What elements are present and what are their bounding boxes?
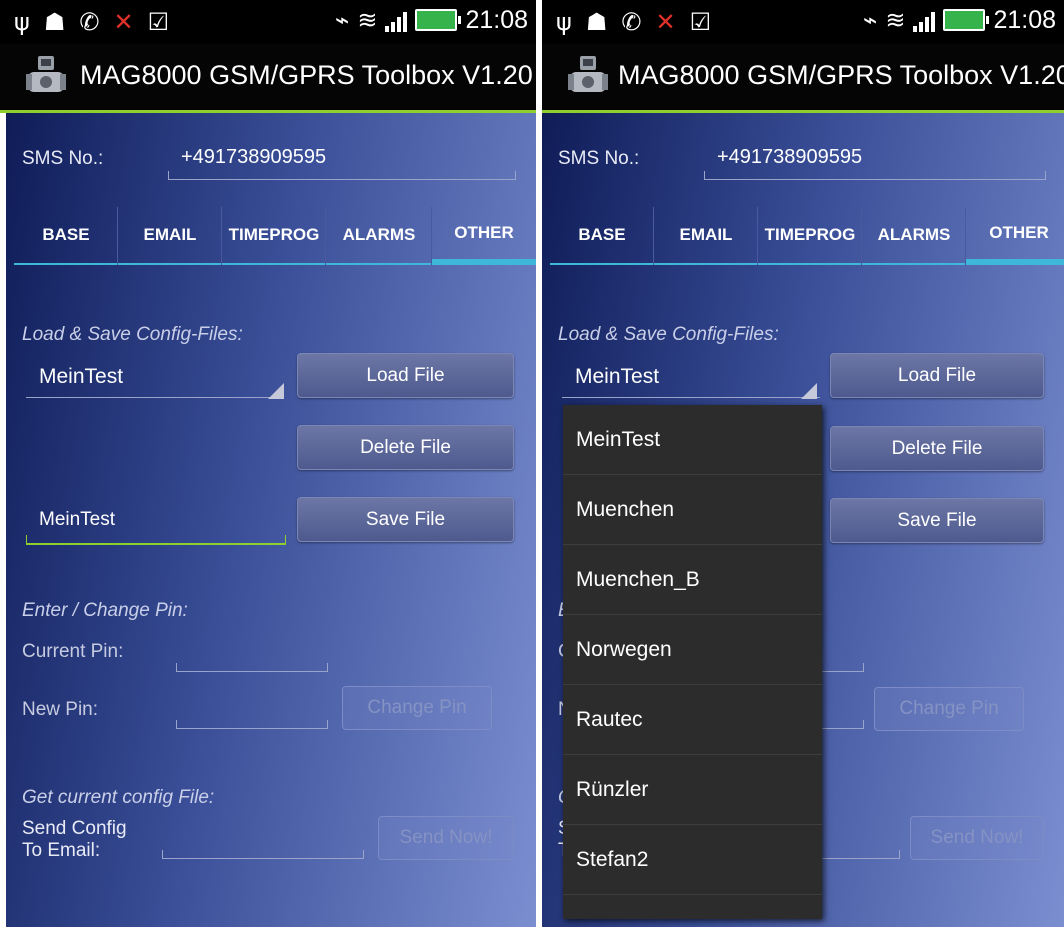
sms-number-value[interactable]: +491738909595 xyxy=(181,146,326,169)
shopping-bag-icon: ☑ xyxy=(147,8,170,36)
change-pin-button[interactable]: Change Pin xyxy=(874,687,1024,731)
shopping-bag-icon: ☑ xyxy=(689,8,712,36)
load-file-button[interactable]: Load File xyxy=(297,353,514,398)
pin-section-label: Enter / Change Pin: xyxy=(22,600,188,621)
tab-other[interactable]: OTHER xyxy=(432,207,536,265)
tab-email-label: EMAIL xyxy=(143,225,197,244)
tab-bar: BASE EMAIL TIMEPROG ALARMS OTHER xyxy=(550,207,1064,267)
save-filename-value: MeinTest xyxy=(39,509,116,530)
delete-file-button[interactable]: Delete File xyxy=(297,425,514,470)
tab-timeprog-label: TIMEPROG xyxy=(228,225,320,244)
config-files-section-label: Load & Save Config-Files: xyxy=(558,324,779,345)
tab-alarms[interactable]: ALARMS xyxy=(326,207,432,265)
tab-base-label: BASE xyxy=(578,225,626,244)
sms-number-field[interactable] xyxy=(168,171,516,180)
missed-call-icon: ✕ xyxy=(655,8,676,36)
signal-icon xyxy=(385,8,408,32)
usb-icon: ψ xyxy=(14,8,30,36)
tab-alarms[interactable]: ALARMS xyxy=(862,207,966,265)
save-filename-input[interactable] xyxy=(26,535,286,545)
file-dropdown-menu: MeinTest Muenchen Muenchen_B Norwegen Ra… xyxy=(563,405,822,919)
tab-timeprog[interactable]: TIMEPROG xyxy=(758,207,862,265)
android-debug-icon: ☗ xyxy=(585,8,608,36)
usb-icon: ψ xyxy=(556,8,572,36)
missed-call-icon: ✕ xyxy=(113,8,134,36)
whatsapp-icon: ✆ xyxy=(79,8,100,36)
status-time: 21:08 xyxy=(993,6,1056,34)
tab-alarms-label: ALARMS xyxy=(877,225,951,244)
vibrate-icon: ⌁ xyxy=(334,6,350,34)
save-file-button[interactable]: Save File xyxy=(297,497,514,542)
file-spinner-underline xyxy=(26,389,284,398)
app-title: MAG8000 GSM/GPRS Toolbox V1.20 xyxy=(618,60,1064,90)
new-pin-label: New Pin: xyxy=(22,699,99,720)
screen-left: ψ ☗ ✆ ✕ ☑ ⌁ ≋ 21:08 MAG8000 GSM/GPRS Too… xyxy=(0,0,536,927)
sms-label: SMS No.: xyxy=(22,148,104,169)
screen-right: ψ ☗ ✆ ✕ ☑ ⌁ ≋ 21:08 MAG8000 GSM/GPRS Too… xyxy=(542,0,1064,927)
dropdown-option-meintest[interactable]: MeinTest xyxy=(563,405,822,475)
whatsapp-icon: ✆ xyxy=(621,8,642,36)
config-files-section-label: Load & Save Config-Files: xyxy=(22,324,243,345)
dropdown-option-stefan2[interactable]: Stefan2 xyxy=(563,825,822,895)
tab-base[interactable]: BASE xyxy=(14,207,118,265)
load-file-button[interactable]: Load File xyxy=(830,353,1044,398)
send-now-button[interactable]: Send Now! xyxy=(910,816,1044,860)
status-bar: ψ ☗ ✆ ✕ ☑ ⌁ ≋ 21:08 xyxy=(542,0,1064,44)
dropdown-option-runzler[interactable]: Rünzler xyxy=(563,755,822,825)
dropdown-option-muenchen[interactable]: Muenchen xyxy=(563,475,822,545)
current-pin-label: Current Pin: xyxy=(22,641,124,662)
tab-other-label: OTHER xyxy=(454,223,514,242)
dropdown-arrow-icon xyxy=(801,383,817,399)
save-file-button[interactable]: Save File xyxy=(830,498,1044,543)
tab-base-label: BASE xyxy=(42,225,90,244)
new-pin-input[interactable] xyxy=(176,720,328,729)
dropdown-option-norwegen[interactable]: Norwegen xyxy=(563,615,822,685)
send-now-button[interactable]: Send Now! xyxy=(378,816,514,860)
app-title-bar: MAG8000 GSM/GPRS Toolbox V1.20 xyxy=(0,44,536,113)
vibrate-icon: ⌁ xyxy=(862,6,878,34)
tab-alarms-label: ALARMS xyxy=(342,225,416,244)
dropdown-arrow-icon xyxy=(268,383,284,399)
status-bar: ψ ☗ ✆ ✕ ☑ ⌁ ≋ 21:08 xyxy=(0,0,536,44)
app-title-bar: MAG8000 GSM/GPRS Toolbox V1.20 xyxy=(542,44,1064,113)
file-spinner-value: MeinTest xyxy=(575,365,660,388)
send-config-email-input[interactable] xyxy=(162,850,364,859)
tab-bar: BASE EMAIL TIMEPROG ALARMS OTHER xyxy=(14,207,536,267)
sms-label: SMS No.: xyxy=(558,148,640,169)
flowmeter-icon xyxy=(568,56,608,92)
tab-timeprog[interactable]: TIMEPROG xyxy=(222,207,326,265)
wifi-icon: ≋ xyxy=(357,6,378,34)
file-spinner-underline xyxy=(562,389,820,398)
battery-charging-icon xyxy=(943,9,990,31)
dropdown-option-muenchen-b[interactable]: Muenchen_B xyxy=(563,545,822,615)
tab-email[interactable]: EMAIL xyxy=(654,207,758,265)
tab-other-label: OTHER xyxy=(989,223,1049,242)
send-config-label-line2: To Email: xyxy=(22,840,101,861)
status-time: 21:08 xyxy=(465,6,528,34)
change-pin-button[interactable]: Change Pin xyxy=(342,686,492,730)
current-pin-input[interactable] xyxy=(176,663,328,672)
wifi-icon: ≋ xyxy=(885,6,906,34)
tab-other[interactable]: OTHER xyxy=(966,207,1064,265)
delete-file-button[interactable]: Delete File xyxy=(830,426,1044,471)
file-spinner-value: MeinTest xyxy=(39,365,124,388)
android-debug-icon: ☗ xyxy=(43,8,66,36)
flowmeter-icon xyxy=(26,56,66,92)
signal-icon xyxy=(913,8,936,32)
tab-base[interactable]: BASE xyxy=(550,207,654,265)
tab-email[interactable]: EMAIL xyxy=(118,207,222,265)
send-config-section-label: Get current config File: xyxy=(22,787,215,808)
tab-email-label: EMAIL xyxy=(679,225,733,244)
send-config-label-line1: Send Config xyxy=(22,818,127,839)
battery-charging-icon xyxy=(415,9,462,31)
app-title: MAG8000 GSM/GPRS Toolbox V1.20 xyxy=(80,60,533,90)
tab-timeprog-label: TIMEPROG xyxy=(764,225,856,244)
dropdown-option-rautec[interactable]: Rautec xyxy=(563,685,822,755)
main-content: SMS No.: +491738909595 BASE EMAIL TIMEPR… xyxy=(6,113,536,927)
sms-number-value[interactable]: +491738909595 xyxy=(717,146,862,169)
sms-number-field[interactable] xyxy=(704,171,1046,180)
